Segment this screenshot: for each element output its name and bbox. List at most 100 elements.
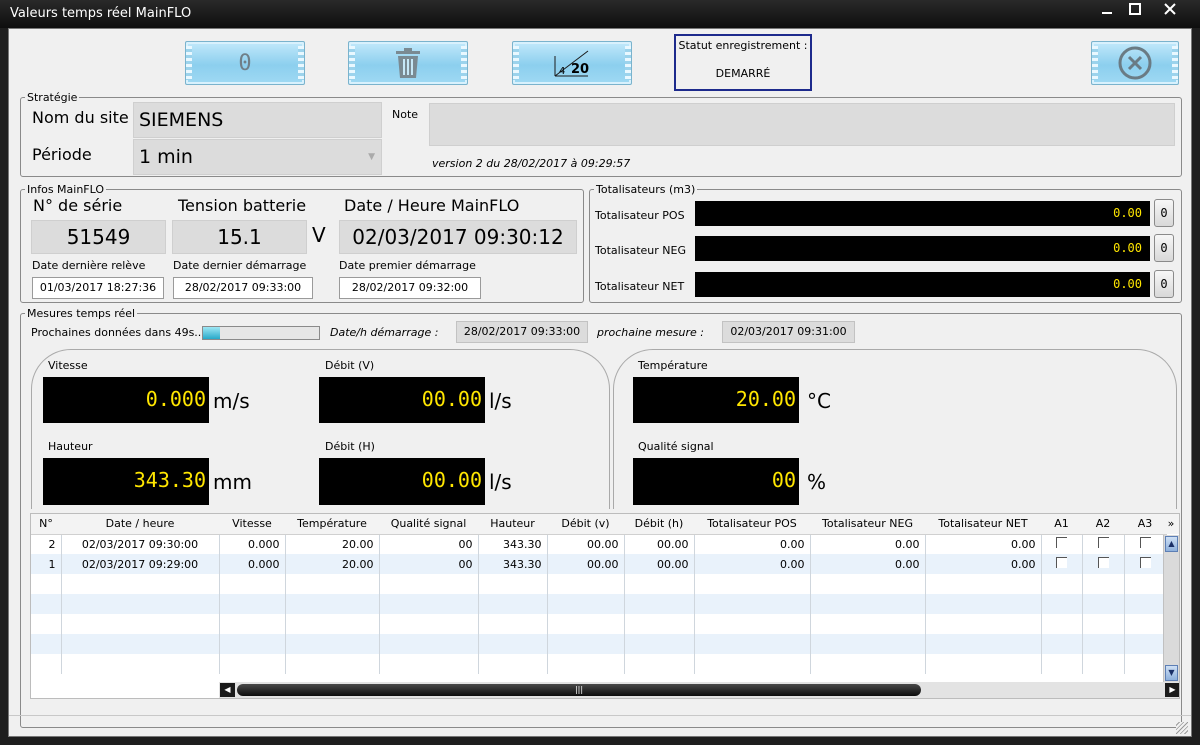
maximize-button[interactable] — [1120, 2, 1150, 20]
table-cell[interactable] — [1124, 634, 1167, 654]
close-window-button[interactable] — [1091, 41, 1179, 85]
alarm-checkbox[interactable] — [1041, 534, 1083, 554]
vertical-scrollbar[interactable]: ▲ ▼ — [1163, 535, 1179, 682]
last-read-label: Date dernière relève — [32, 259, 146, 272]
battery-unit: V — [312, 223, 326, 247]
checkbox-icon[interactable] — [1056, 537, 1067, 549]
column-header[interactable]: Qualité signal — [379, 514, 478, 535]
table-cell[interactable] — [1082, 594, 1125, 614]
table-row[interactable]: 2 02/03/2017 09:30:00 0.000 20.00 00 343.30 00… — [31, 534, 1167, 554]
checkbox-icon[interactable] — [1139, 537, 1151, 549]
alarm-checkbox[interactable] — [1082, 554, 1125, 574]
column-header[interactable]: Totalisateur POS — [694, 514, 810, 535]
measures-table: N° Date / heure Vitesse Température Qualité … — [30, 513, 1180, 699]
totalizer-value: 0.00 — [695, 201, 1150, 226]
totalizer-reset-button[interactable]: 0 — [1154, 270, 1174, 298]
checkbox-icon[interactable] — [1056, 557, 1067, 568]
table-row[interactable] — [31, 574, 1167, 594]
table-cell — [925, 594, 1042, 614]
table-row[interactable]: 1 02/03/2017 09:29:00 0.000 20.00 00 343.30 00… — [31, 554, 1167, 574]
table-row[interactable] — [31, 654, 1167, 674]
table-cell[interactable] — [1041, 634, 1083, 654]
table-cell[interactable] — [1082, 614, 1125, 634]
table-cell[interactable] — [1041, 594, 1083, 614]
column-header[interactable]: Hauteur — [478, 514, 547, 535]
table-cell[interactable] — [1041, 654, 1083, 674]
table-cell — [379, 634, 479, 654]
title-bar: Valeurs temps réel MainFLO — [0, 0, 1200, 28]
column-header[interactable]: N° — [31, 514, 61, 535]
table-cell[interactable] — [1082, 654, 1125, 674]
table-cell — [925, 654, 1042, 674]
reset-button[interactable]: 0 — [185, 41, 305, 85]
column-header[interactable]: Totalisateur NET — [925, 514, 1041, 535]
table-cell[interactable] — [1041, 614, 1083, 634]
table-cell — [219, 634, 286, 654]
table-cell — [31, 594, 62, 614]
table-cell[interactable] — [1124, 654, 1167, 674]
scale-label-small: 4 — [559, 66, 566, 77]
column-header[interactable]: Température — [285, 514, 379, 535]
alarm-checkbox[interactable] — [1124, 554, 1167, 574]
note-input[interactable] — [429, 103, 1175, 146]
scroll-left-button[interactable]: ◀ — [220, 683, 235, 697]
table-cell[interactable] — [1082, 574, 1125, 594]
column-header[interactable]: Date / heure — [61, 514, 219, 535]
table-cell — [61, 574, 220, 594]
reset-label: 0 — [238, 50, 252, 76]
table-cell — [810, 574, 926, 594]
table-cell[interactable] — [1041, 574, 1083, 594]
column-header[interactable]: Débit (v) — [547, 514, 624, 535]
checkbox-icon[interactable] — [1097, 537, 1109, 549]
column-header[interactable]: A2 — [1082, 514, 1124, 535]
resize-grip-icon[interactable] — [1176, 722, 1188, 734]
hauteur-unit: mm — [213, 470, 252, 494]
period-select[interactable]: 1 min ▼ — [133, 139, 382, 175]
alarm-checkbox[interactable] — [1124, 534, 1167, 554]
table-cell — [379, 574, 479, 594]
table-cell — [478, 614, 548, 634]
scroll-up-button[interactable]: ▲ — [1165, 536, 1178, 552]
table-cell[interactable] — [1124, 614, 1167, 634]
table-cell — [694, 594, 811, 614]
checkbox-icon[interactable] — [1097, 557, 1109, 568]
table-cell: 0.00 — [925, 534, 1042, 554]
alarm-checkbox[interactable] — [1041, 554, 1083, 574]
vitesse-unit: m/s — [213, 389, 250, 413]
table-cell — [31, 654, 62, 674]
totalizers-legend: Totalisateurs (m3) — [596, 183, 696, 196]
column-header[interactable]: Totalisateur NEG — [810, 514, 925, 535]
site-input[interactable]: SIEMENS — [133, 102, 382, 138]
table-cell — [478, 594, 548, 614]
quality-label: Qualité signal — [638, 440, 714, 453]
horizontal-scrollbar[interactable]: ◀ ||| ▶ — [219, 682, 1179, 698]
table-row[interactable] — [31, 634, 1167, 654]
scale-button[interactable]: 4 20 — [512, 41, 632, 85]
checkbox-icon[interactable] — [1139, 557, 1151, 568]
table-cell: 00 — [379, 554, 479, 574]
table-row[interactable] — [31, 614, 1167, 634]
column-header[interactable]: Vitesse — [219, 514, 285, 535]
scroll-down-button[interactable]: ▼ — [1165, 665, 1178, 681]
scroll-right-button[interactable]: ▶ — [1165, 683, 1179, 697]
minimize-button[interactable] — [1092, 2, 1122, 20]
delete-button[interactable] — [348, 41, 468, 85]
alarm-checkbox[interactable] — [1082, 534, 1125, 554]
totalizer-reset-button[interactable]: 0 — [1154, 234, 1174, 262]
window-close-button[interactable] — [1155, 2, 1185, 20]
totalizer-reset-button[interactable]: 0 — [1154, 199, 1174, 227]
column-chooser-icon[interactable]: » — [1163, 514, 1179, 534]
table-cell[interactable] — [1124, 574, 1167, 594]
column-header[interactable]: Débit (h) — [624, 514, 694, 535]
table-cell: 00 — [379, 534, 479, 554]
table-cell — [694, 614, 811, 634]
table-cell — [624, 594, 695, 614]
table-cell[interactable] — [1124, 594, 1167, 614]
trash-icon — [396, 48, 420, 78]
column-header[interactable]: A3 — [1124, 514, 1166, 535]
table-row[interactable] — [31, 594, 1167, 614]
table-cell — [61, 634, 220, 654]
table-cell[interactable] — [1082, 634, 1125, 654]
horizontal-scroll-thumb[interactable]: ||| — [237, 684, 921, 696]
column-header[interactable]: A1 — [1041, 514, 1082, 535]
